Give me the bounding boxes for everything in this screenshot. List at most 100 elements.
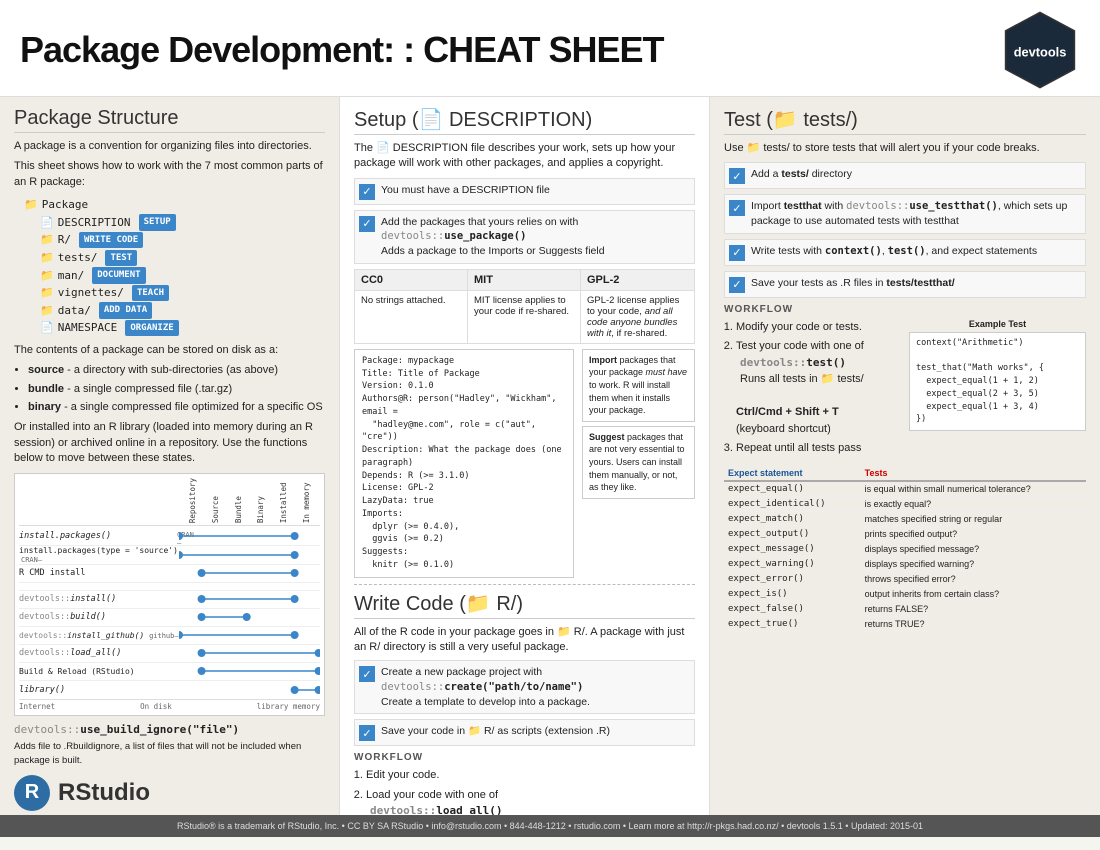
test-section-title: Test (📁 tests/): [724, 107, 1086, 135]
check-save-test-files: ✓ Save your tests as .R files in tests/t…: [724, 271, 1086, 298]
diagram-header-binary: Binary: [256, 478, 265, 523]
svg-text:devtools: devtools: [1014, 44, 1067, 59]
use-build-ignore-desc: Adds file to .Rbuildignore, a list of fi…: [14, 740, 325, 767]
intro-text-1: A package is a convention for organizing…: [14, 139, 325, 154]
table-row: expect_warning()displays specified warni…: [724, 556, 1086, 571]
storage-bundle: bundle - a single compressed file (.tar.…: [28, 382, 325, 397]
title-light: Package Development: :: [20, 29, 423, 70]
setup-section-title: Setup (📄 DESCRIPTION): [354, 107, 695, 135]
license-mit-desc: MIT license applies to your code if re-s…: [468, 291, 581, 343]
checkbox-t1: ✓: [729, 168, 745, 184]
checkbox-t4: ✓: [729, 277, 745, 293]
checkbox-t3: ✓: [729, 245, 745, 261]
table-row: expect_is()output inherits from certain …: [724, 586, 1086, 601]
writecode-section-title: Write Code (📁 R/): [354, 591, 695, 619]
test-step-1: Modify your code or tests.: [736, 319, 901, 336]
diagram-footer-internet: Internet: [19, 702, 55, 711]
tree-item-data: 📁 data/ ADD DATA: [40, 302, 325, 320]
check-create-package: ✓ Create a new package project with devt…: [354, 660, 695, 714]
license-cc0-header: CC0: [355, 270, 468, 291]
callout-import: Import packages that your package must h…: [582, 349, 695, 422]
rstudio-logo: R RStudio: [14, 775, 325, 811]
table-row: expect_true()returns TRUE?: [724, 616, 1086, 631]
col-tests-header: Tests: [861, 466, 1086, 481]
license-table: CC0 MIT GPL-2 No strings attached. MIT l…: [354, 269, 695, 344]
license-mit-header: MIT: [468, 270, 581, 291]
rstudio-text: RStudio: [58, 779, 150, 807]
callout-suggest: Suggest packages that are not very essen…: [582, 426, 695, 499]
right-column: Test (📁 tests/) Use 📁 tests/ to store te…: [710, 97, 1100, 815]
devtools-logo: devtools: [1000, 10, 1080, 90]
diagram-footer: Internet On disk library memory: [19, 699, 320, 711]
install-intro: Or installed into an R library (loaded i…: [14, 420, 325, 466]
example-test-title: Example Test: [909, 319, 1086, 329]
storage-binary: binary - a single compressed file optimi…: [28, 400, 325, 415]
create-fn: create("path/to/name"): [444, 681, 583, 693]
example-test-box: Example Test context("Arithmetic") test_…: [909, 319, 1086, 460]
package-tree: 📁 Package 📄 DESCRIPTION SETUP 📁 R/ WRITE…: [24, 196, 325, 337]
example-test-code: context("Arithmetic") test_that("Math wo…: [909, 332, 1086, 431]
package-structure-title: Package Structure: [14, 107, 325, 133]
check-write-tests: ✓ Write tests with context(), test(), an…: [724, 239, 1086, 266]
diagram-row-build-reload: Build & Reload (RStudio): [19, 663, 320, 681]
tree-item-man: 📁 man/ DOCUMENT: [40, 267, 325, 285]
badge-test: TEST: [105, 250, 137, 266]
page-title: Package Development: : CHEAT SHEET: [20, 29, 664, 71]
storage-list: source - a directory with sub-directorie…: [28, 363, 325, 415]
diagram-footer-library: library memory: [257, 702, 320, 711]
check-use-testthat: ✓ Import testthat with devtools::use_tes…: [724, 194, 1086, 233]
description-section: Package: mypackage Title: Title of Packa…: [354, 349, 695, 578]
callouts-section: Import packages that your package must h…: [582, 349, 695, 578]
table-row: expect_message()displays specified messa…: [724, 541, 1086, 556]
table-row: expect_false()returns FALSE?: [724, 601, 1086, 616]
checkbox-t2: ✓: [729, 200, 745, 216]
title-bold: CHEAT SHEET: [423, 29, 663, 70]
description-code: Package: mypackage Title: Title of Packa…: [354, 349, 574, 578]
checkbox-4: ✓: [359, 725, 375, 741]
check-save-scripts: ✓ Save your code in 📁 R/ as scripts (ext…: [354, 719, 695, 746]
divider-1: [354, 584, 695, 585]
badge-organize: ORGANIZE: [125, 320, 178, 336]
workflow-step-2: Load your code with one of devtools::loa…: [366, 787, 695, 815]
footer: RStudio® is a trademark of RStudio, Inc.…: [0, 815, 1100, 837]
workflow-title-writecode: WORKFLOW: [354, 752, 695, 763]
test-intro: Use 📁 tests/ to store tests that will al…: [724, 141, 1086, 156]
diagram-row-rcmd-install: R CMD install: [19, 565, 320, 583]
setup-intro: The 📄 DESCRIPTION file describes your wo…: [354, 141, 695, 172]
check-use-package: ✓ Add the packages that yours relies on …: [354, 210, 695, 264]
badge-adddata: ADD DATA: [99, 302, 152, 318]
table-row: expect_match()matches specified string o…: [724, 511, 1086, 526]
license-cc0-desc: No strings attached.: [355, 291, 468, 343]
checkbox-3: ✓: [359, 666, 375, 682]
header: Package Development: : CHEAT SHEET devto…: [0, 0, 1100, 97]
workflow-title-test: WORKFLOW: [724, 304, 1086, 315]
badge-writecode: WRITE CODE: [79, 232, 143, 248]
diagram-row-devtools-install-github: devtools::install_github() github—: [19, 627, 320, 645]
table-row: expect_output()prints specified output?: [724, 526, 1086, 541]
storage-source: source - a directory with sub-directorie…: [28, 363, 325, 378]
diagram-header-bundle: Bundle: [234, 478, 243, 523]
intro-text-2: This sheet shows how to work with the 7 …: [14, 159, 325, 190]
diagram-spacer: [19, 583, 320, 591]
check-text-1: You must have a DESCRIPTION file: [381, 184, 550, 196]
states-diagram: Repository Source Bundle Binary Installe…: [14, 473, 325, 716]
diagram-header-inmemory: In memory: [302, 478, 311, 523]
tree-item-namespace: 📄 NAMESPACE ORGANIZE: [40, 319, 325, 337]
test-step-3: Repeat until all tests pass: [736, 440, 901, 457]
check-description-required: ✓ You must have a DESCRIPTION file: [354, 178, 695, 205]
tree-item-tests: 📁 tests/ TEST: [40, 249, 325, 267]
writecode-intro: All of the R code in your package goes i…: [354, 625, 695, 656]
checkbox-2: ✓: [359, 216, 375, 232]
diagram-header-repository: Repository: [188, 478, 197, 523]
license-gpl2-desc: GPL-2 license applies to your code, and …: [581, 291, 694, 343]
diagram-row-devtools-install: devtools::install(): [19, 591, 320, 609]
test-workflow-section: Modify your code or tests. Test your cod…: [724, 319, 1086, 460]
diagram-row-library: library(): [19, 681, 320, 699]
diagram-row-install-packages: install.packages() CRAN—: [19, 528, 320, 546]
table-row: expect_error()throws specified error?: [724, 571, 1086, 586]
diagram-row-install-packages-source: install.packages(type = 'source') CRAN—: [19, 546, 320, 565]
diagram-row-devtools-load-all: devtools::load_all(): [19, 645, 320, 663]
expect-table-body: expect_equal()is equal within small nume…: [724, 481, 1086, 632]
expect-table: Expect statement Tests expect_equal()is …: [724, 466, 1086, 632]
left-column: Package Structure A package is a convent…: [0, 97, 340, 815]
